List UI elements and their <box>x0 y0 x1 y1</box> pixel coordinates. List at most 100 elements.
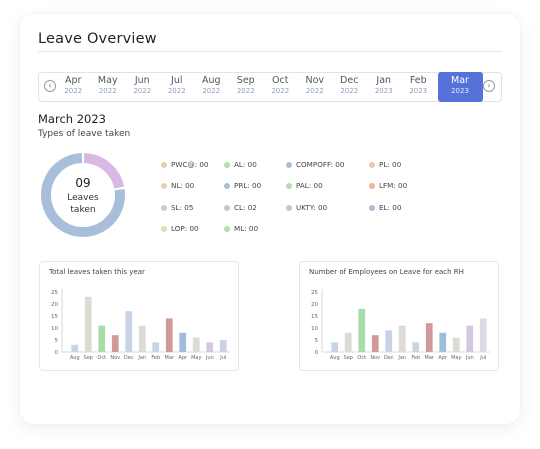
bar-sep <box>84 296 92 352</box>
year-label: 2023 <box>374 87 393 95</box>
bar-aug <box>71 344 79 352</box>
x-tick-label: Aug <box>330 355 340 361</box>
legend-dot-icon <box>161 182 167 189</box>
chevron-right-icon[interactable]: › <box>483 80 495 92</box>
legend-item: PAL: 00 <box>286 181 323 190</box>
bar-jul <box>219 340 227 352</box>
month-tab-oct-2022[interactable]: Oct 2022 <box>263 73 298 101</box>
legend-item: LOP: 00 <box>161 224 199 233</box>
month-label: Jun <box>134 75 150 86</box>
rh-employees-bar-chart: 25 20 15 10 5 0 Aug Sep Oct Nov Dec Jan Feb Mar Apr May… <box>311 289 490 361</box>
total-leaves-chart-card: Total leaves taken this year 25 20 15 10 5 0 A… <box>39 261 239 371</box>
title-divider <box>38 51 502 52</box>
month-tab-may-2022[interactable]: May 2022 <box>91 73 126 101</box>
chevron-left-icon[interactable]: ‹ <box>44 80 56 92</box>
legend-item: EL: 00 <box>369 203 401 212</box>
x-tick-label: Oct <box>357 355 366 361</box>
legend-dot-icon <box>224 161 230 168</box>
legend-label: EL: 00 <box>379 203 402 212</box>
month-label: Feb <box>409 75 427 86</box>
month-tab-dec-2022[interactable]: Dec 2022 <box>332 73 367 101</box>
legend-item: LFM: 00 <box>369 181 407 190</box>
legend-label: PAL: 00 <box>296 181 323 190</box>
year-label: 2023 <box>451 87 469 95</box>
x-tick-label: Apr <box>438 355 448 361</box>
bar-aug <box>331 342 339 352</box>
y-tick-label: 25 <box>51 290 58 296</box>
x-tick-label: Sep <box>84 355 93 361</box>
month-tab-aug-2022[interactable]: Aug 2022 <box>194 73 229 101</box>
x-tick-label: May <box>191 355 201 361</box>
legend-label: PL: 00 <box>379 160 402 169</box>
total-leaves-label-line2: taken <box>70 205 96 215</box>
legend-item: UKTY: 00 <box>286 203 327 212</box>
legend-label: UKTY: 00 <box>296 203 328 212</box>
month-selector: ‹ Apr 2022 May 2022 Jun 2022 Jul 2022 Aug 2022 Sep… <box>38 72 502 102</box>
x-tick-label: Jul <box>219 355 226 361</box>
month-label: Sep <box>236 75 255 86</box>
bar-feb <box>152 342 160 352</box>
x-tick-label: Oct <box>97 355 106 361</box>
x-tick-label: Feb <box>151 355 160 361</box>
x-tick-label: Jan <box>137 355 146 361</box>
bar-dec <box>125 311 133 352</box>
x-tick-label: Mar <box>425 355 435 361</box>
y-tick-label: 10 <box>51 326 58 332</box>
bar-jun <box>206 342 214 352</box>
legend-item: PL: 00 <box>369 160 401 169</box>
legend-item: COMPOFF: 00 <box>286 160 344 169</box>
legend-label: LOP: 00 <box>171 224 199 233</box>
year-label: 2022 <box>202 87 221 95</box>
bar-oct <box>358 308 366 352</box>
month-label: Jan <box>376 75 392 86</box>
y-tick-label: 25 <box>311 290 318 296</box>
total-leaves-count: 09 <box>75 176 91 190</box>
y-tick-label: 15 <box>311 314 318 320</box>
x-tick-label: Jun <box>205 355 214 361</box>
bar-nov <box>371 335 379 352</box>
bar-feb <box>412 342 420 352</box>
year-label: 2022 <box>133 87 152 95</box>
bar-may <box>452 337 460 352</box>
legend-item: AL: 00 <box>224 160 257 169</box>
total-leaves-label-line1: Leaves <box>67 193 99 203</box>
y-tick-label: 0 <box>55 350 59 356</box>
year-label: 2022 <box>64 87 83 95</box>
bar-sep <box>344 332 352 352</box>
legend-dot-icon <box>369 161 375 168</box>
month-tab-mar-2023[interactable]: Mar 2023 <box>437 72 483 102</box>
year-label: 2022 <box>340 87 359 95</box>
x-tick-label: Feb <box>411 355 420 361</box>
y-tick-label: 10 <box>311 326 318 332</box>
month-tab-nov-2022[interactable]: Nov 2022 <box>298 73 333 101</box>
y-tick-label: 20 <box>51 302 58 308</box>
month-tab-sep-2022[interactable]: Sep 2022 <box>229 73 264 101</box>
x-tick-label: Jul <box>479 355 486 361</box>
bar-may <box>192 337 200 352</box>
total-leaves-label: Leaves taken <box>39 192 127 216</box>
y-tick-label: 20 <box>311 302 318 308</box>
x-tick-label: Apr <box>178 355 188 361</box>
bar-jul <box>479 318 487 352</box>
bar-mar <box>165 318 173 352</box>
legend-label: SL: 05 <box>171 203 194 212</box>
year-label: 2022 <box>271 87 290 95</box>
month-tab-apr-2022[interactable]: Apr 2022 <box>56 73 91 101</box>
month-tab-jan-2023[interactable]: Jan 2023 <box>367 73 402 101</box>
y-tick-label: 5 <box>55 338 59 344</box>
x-tick-label: Dec <box>384 355 394 361</box>
legend-dot-icon <box>224 182 230 189</box>
month-tab-feb-2023[interactable]: Feb 2023 <box>401 73 436 101</box>
legend-dot-icon <box>369 182 375 189</box>
month-label: Mar <box>451 75 469 86</box>
page-title: Leave Overview <box>38 31 157 47</box>
y-tick-label: 5 <box>315 338 319 344</box>
legend-item: ML: 00 <box>224 224 258 233</box>
x-tick-label: Jan <box>397 355 406 361</box>
x-tick-label: Jun <box>465 355 474 361</box>
month-tab-jun-2022[interactable]: Jun 2022 <box>125 73 160 101</box>
y-tick-label: 15 <box>51 314 58 320</box>
month-label: Apr <box>65 75 82 86</box>
month-tab-jul-2022[interactable]: Jul 2022 <box>160 73 195 101</box>
legend-dot-icon <box>369 204 375 211</box>
